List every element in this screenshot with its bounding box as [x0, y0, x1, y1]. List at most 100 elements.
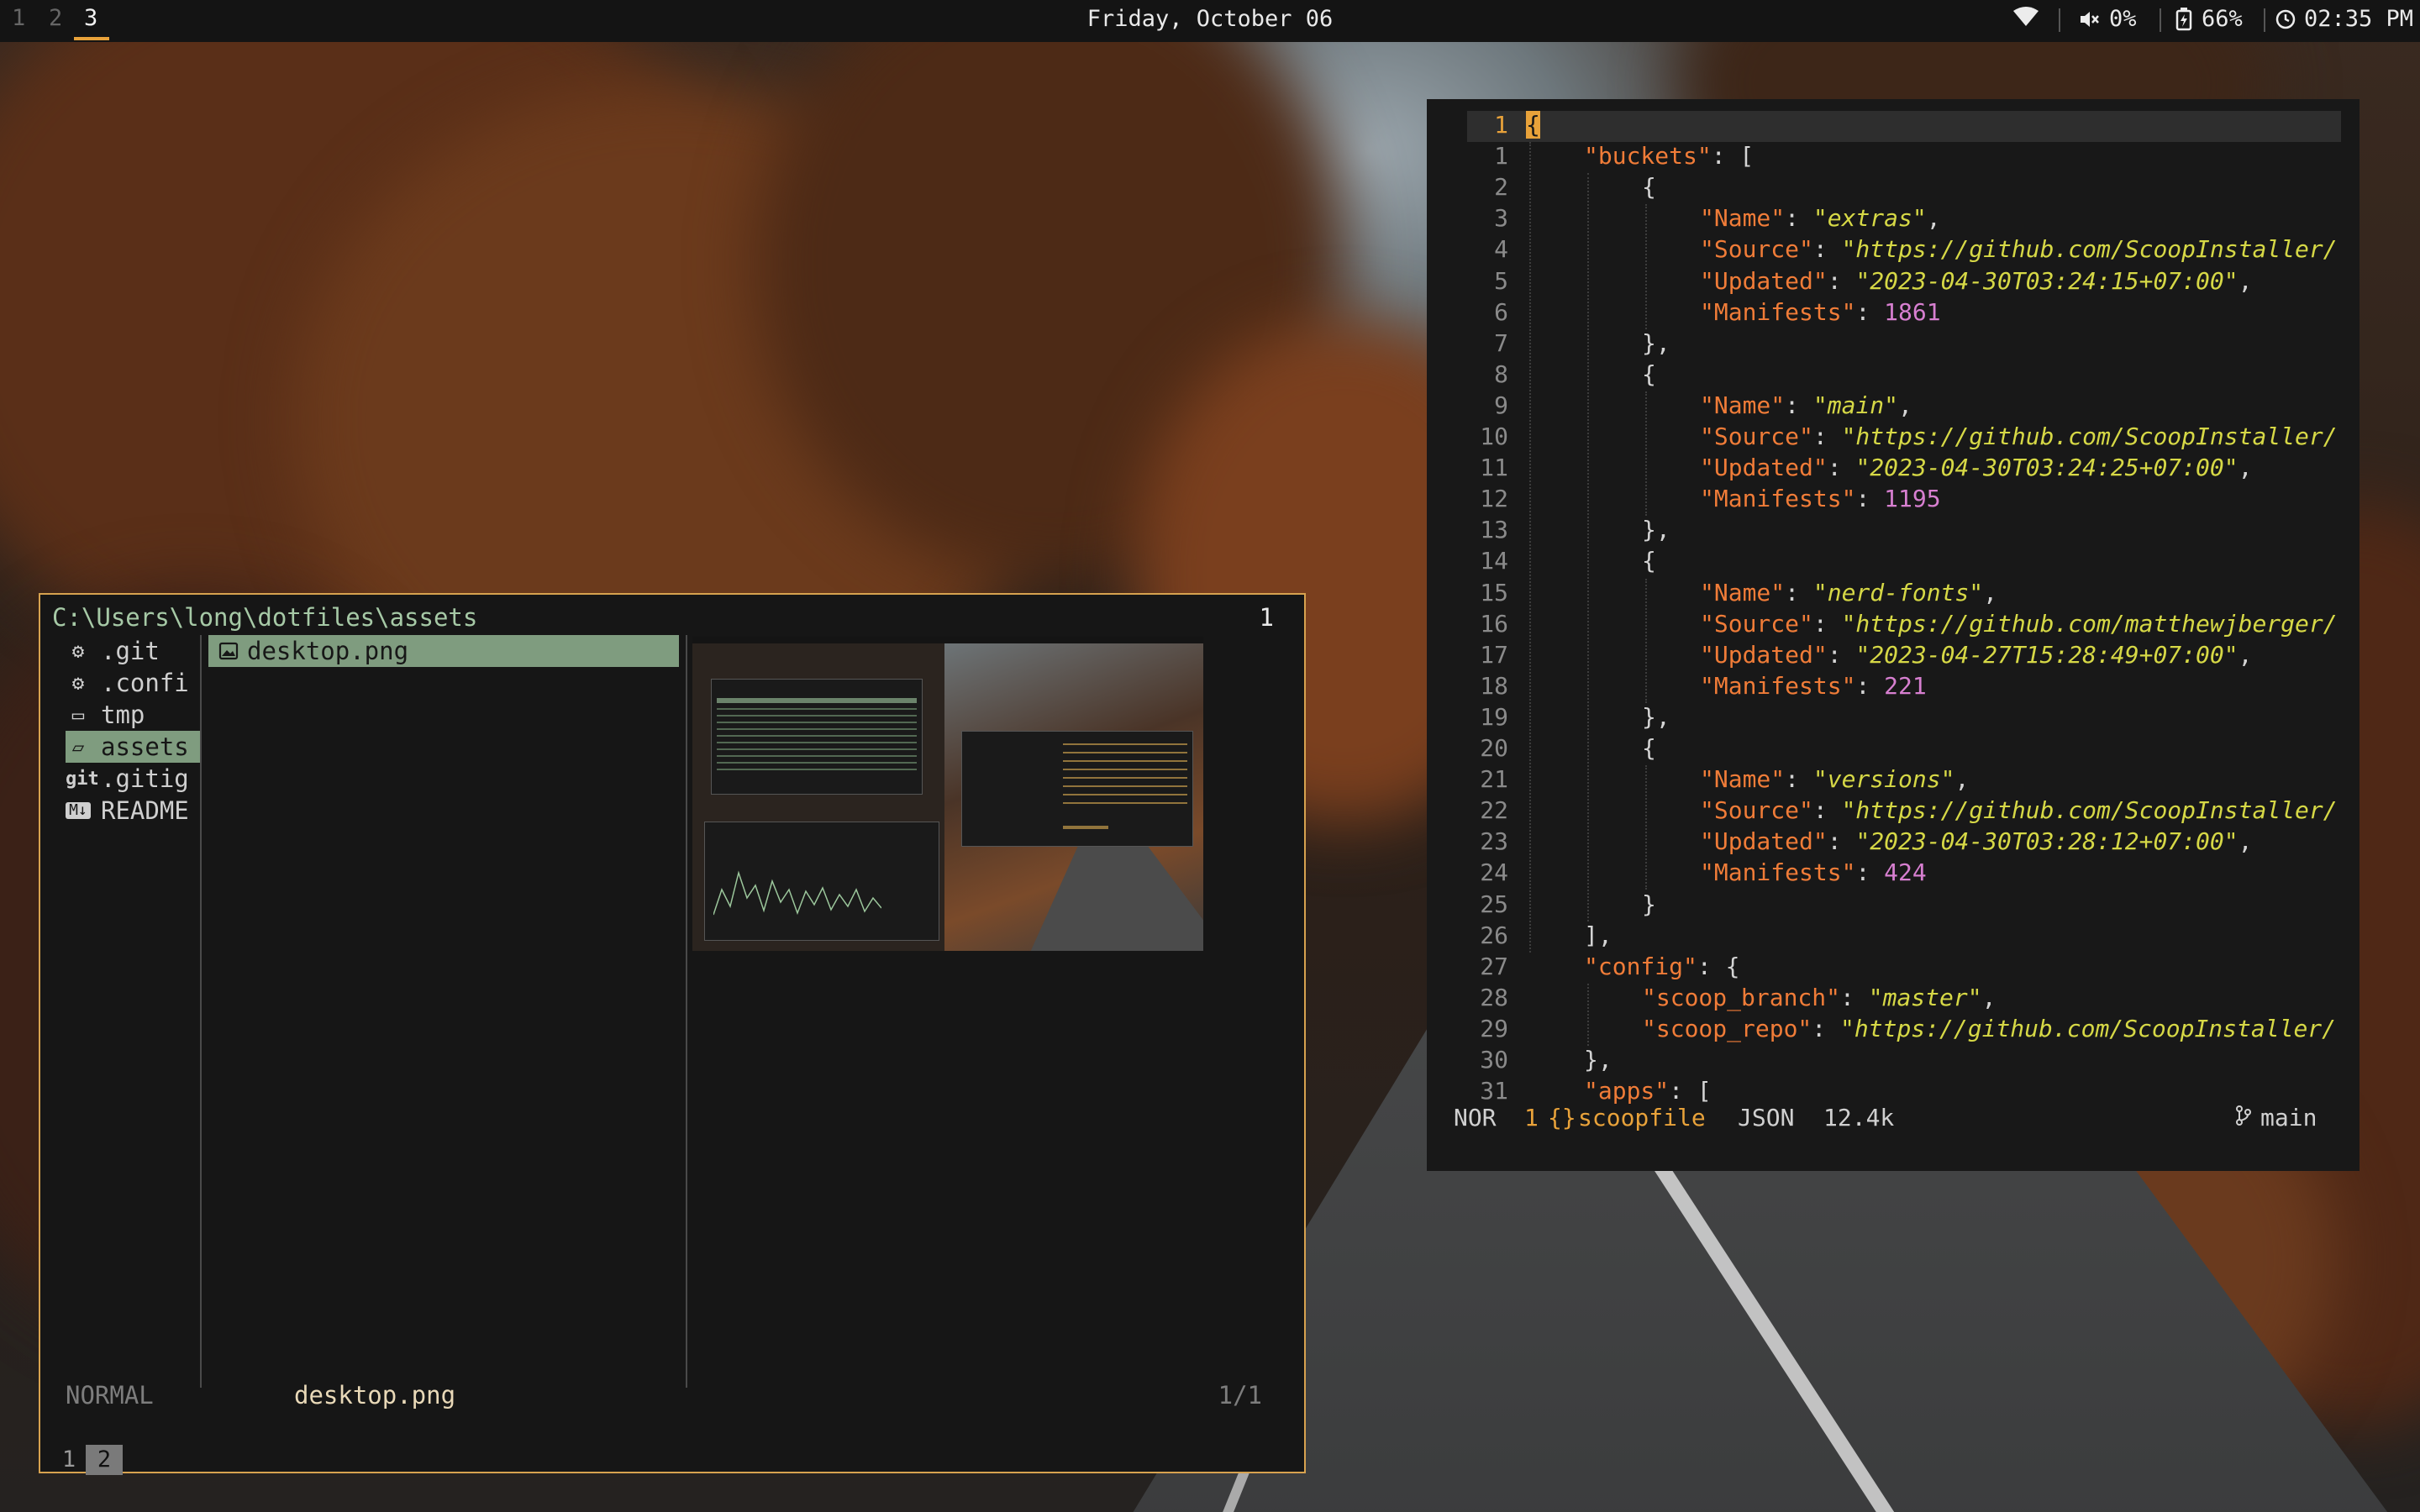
- token: :: [1855, 858, 1885, 887]
- code-line[interactable]: 24 "Manifests": 424: [1427, 858, 2360, 890]
- file-name[interactable]: scoopfile: [1578, 1104, 1706, 1131]
- clock[interactable]: 02:35 PM: [2275, 6, 2413, 32]
- line-number: 21: [1480, 765, 1508, 794]
- token: },: [1642, 328, 1670, 357]
- token: "https://github.com/ScoopInstaller/: [1840, 1014, 2337, 1042]
- git-folder-icon: ⚙: [71, 639, 85, 663]
- text-cursor: {: [1526, 111, 1540, 139]
- item-label: assets: [101, 732, 189, 761]
- cursor-line[interactable]: 1{: [1467, 111, 2341, 142]
- line-code: },: [1642, 329, 1670, 357]
- token: "https://github.com/ScoopInstaller/: [1841, 235, 2338, 264]
- code-line[interactable]: 12 "Manifests": 1195: [1427, 485, 2360, 516]
- code-line[interactable]: 15 "Name": "nerd-fonts",: [1427, 579, 2360, 610]
- line-number: 20: [1480, 734, 1508, 762]
- line-number: 30: [1480, 1046, 1508, 1074]
- code-line[interactable]: 2{: [1427, 173, 2360, 204]
- code-line[interactable]: 8{: [1427, 360, 2360, 391]
- line-code: "scoop_branch": "master",: [1642, 984, 1996, 1011]
- parent-item-git[interactable]: ⚙ .git: [66, 635, 217, 667]
- file-item-desktop-png[interactable]: desktop.png: [208, 635, 679, 667]
- code-line[interactable]: 20 {: [1427, 734, 2360, 765]
- markdown-icon: M↓: [66, 802, 91, 819]
- line-code: "Manifests": 1195: [1700, 485, 1941, 512]
- code-line[interactable]: 4 "Source": "https://github.com/ScoopInst…: [1427, 235, 2360, 266]
- line-number: 2: [1494, 173, 1508, 202]
- code-line[interactable]: 25}: [1427, 890, 2360, 921]
- tab-1[interactable]: 1: [50, 1445, 87, 1475]
- token: 1861: [1884, 297, 1941, 326]
- token: "2023-04-30T03:24:25+07:00": [1855, 454, 2238, 482]
- line-number: 28: [1480, 983, 1508, 1011]
- parent-item-config[interactable]: ⚙ .confi: [66, 667, 217, 699]
- volume-muted-icon: [2081, 11, 2099, 27]
- code-line[interactable]: 19},: [1427, 703, 2360, 734]
- file-manager-window[interactable]: C:\Users\long\dotfiles\assets 1 ⚙ .git ⚙…: [39, 593, 1306, 1475]
- token: :: [1812, 1014, 1841, 1042]
- token: "Source": [1700, 235, 1813, 264]
- line-number: 29: [1480, 1014, 1508, 1042]
- code-line[interactable]: 1 "buckets": [: [1427, 142, 2360, 173]
- battery-indicator[interactable]: 66%: [2175, 6, 2243, 32]
- token: ,: [2238, 454, 2253, 482]
- mode-indicator: NORMAL: [66, 1381, 154, 1410]
- code-line[interactable]: 28 "scoop_branch": "master",: [1427, 984, 2360, 1015]
- token: : [: [1711, 142, 1754, 171]
- file-size: 12.4k: [1823, 1104, 1895, 1131]
- parent-item-gitignore[interactable]: git .gitig: [66, 763, 217, 795]
- code-line[interactable]: 29 "scoop_repo": "https://github.com/Scoo…: [1427, 1015, 2360, 1046]
- token: },: [1584, 1046, 1612, 1074]
- code-line[interactable]: 5 "Updated": "2023-04-30T03:24:15+07:00",: [1427, 267, 2360, 298]
- code-line[interactable]: 23 "Updated": "2023-04-30T03:28:12+07:00"…: [1427, 827, 2360, 858]
- line-code: "Updated": "2023-04-27T15:28:49+07:00",: [1700, 641, 2252, 669]
- code-line[interactable]: 14 {: [1427, 547, 2360, 578]
- code-line[interactable]: 6 "Manifests": 1861: [1427, 298, 2360, 329]
- token: "scoop_branch": [1642, 983, 1841, 1011]
- parent-item-readme[interactable]: M↓ README: [66, 795, 217, 827]
- editor-window[interactable]: 1{1 "buckets": [2{3 "Name": "extras", 4 "Sou…: [1427, 99, 2360, 1171]
- wifi-indicator[interactable]: [2013, 6, 2039, 28]
- item-label: .gitig: [101, 764, 189, 793]
- line-code: "Updated": "2023-04-30T03:24:15+07:00",: [1700, 267, 2252, 295]
- token: 424: [1884, 858, 1927, 887]
- code-line[interactable]: 13},: [1427, 516, 2360, 547]
- line-code: "Updated": "2023-04-30T03:24:25+07:00",: [1700, 454, 2252, 481]
- code-line[interactable]: 7},: [1427, 329, 2360, 360]
- volume-indicator[interactable]: 0%: [2079, 6, 2137, 32]
- code-line[interactable]: 11 "Updated": "2023-04-30T03:24:25+07:00"…: [1427, 454, 2360, 485]
- clock-time: 02:35 PM: [2304, 6, 2414, 32]
- code-line[interactable]: 21 "Name": "versions",: [1427, 765, 2360, 796]
- preview-cpu-window: [704, 822, 939, 941]
- code-line[interactable]: 26],: [1427, 921, 2360, 953]
- token: "2023-04-30T03:28:12+07:00": [1855, 827, 2238, 856]
- tab-2[interactable]: 2: [86, 1445, 123, 1475]
- line-code: "Name": "extras",: [1700, 204, 1941, 232]
- code-line[interactable]: 10 "Source": "https://github.com/ScoopIns…: [1427, 423, 2360, 454]
- code-line[interactable]: 9 "Name": "main",: [1427, 391, 2360, 423]
- line-number: 15: [1480, 578, 1508, 606]
- code-line[interactable]: 3 "Name": "extras",: [1427, 204, 2360, 235]
- token: ],: [1584, 921, 1612, 949]
- code-line[interactable]: 30},: [1427, 1046, 2360, 1077]
- code-line[interactable]: 18 "Manifests": 221: [1427, 672, 2360, 703]
- code-line[interactable]: 27 "config": {: [1427, 953, 2360, 984]
- token: :: [1785, 391, 1813, 419]
- code-line[interactable]: 22 "Source": "https://github.com/ScoopIns…: [1427, 796, 2360, 827]
- token: :: [1855, 485, 1885, 513]
- token: {: [1642, 360, 1656, 388]
- parent-item-tmp[interactable]: ▭ tmp: [66, 699, 217, 731]
- parent-item-assets[interactable]: ▱ assets: [66, 731, 200, 763]
- line-number: 8: [1494, 360, 1508, 388]
- line-number: 25: [1480, 890, 1508, 918]
- token: "Manifests": [1700, 485, 1856, 513]
- editor-statusline: NOR 1 {} scoopfile JSON 12.4k main: [1454, 1104, 2360, 1137]
- token: :: [1840, 983, 1869, 1011]
- code-line[interactable]: 16 "Source": "https://github.com/matthewj…: [1427, 610, 2360, 641]
- token: :: [1812, 235, 1842, 264]
- preview-status-bar: [692, 637, 1203, 643]
- code-line[interactable]: 17 "Updated": "2023-04-27T15:28:49+07:00"…: [1427, 641, 2360, 672]
- token: "Name": [1700, 391, 1786, 419]
- token: ,: [1981, 983, 1996, 1011]
- line-code: {: [1642, 173, 1656, 201]
- folder-icon: ▭: [71, 703, 85, 727]
